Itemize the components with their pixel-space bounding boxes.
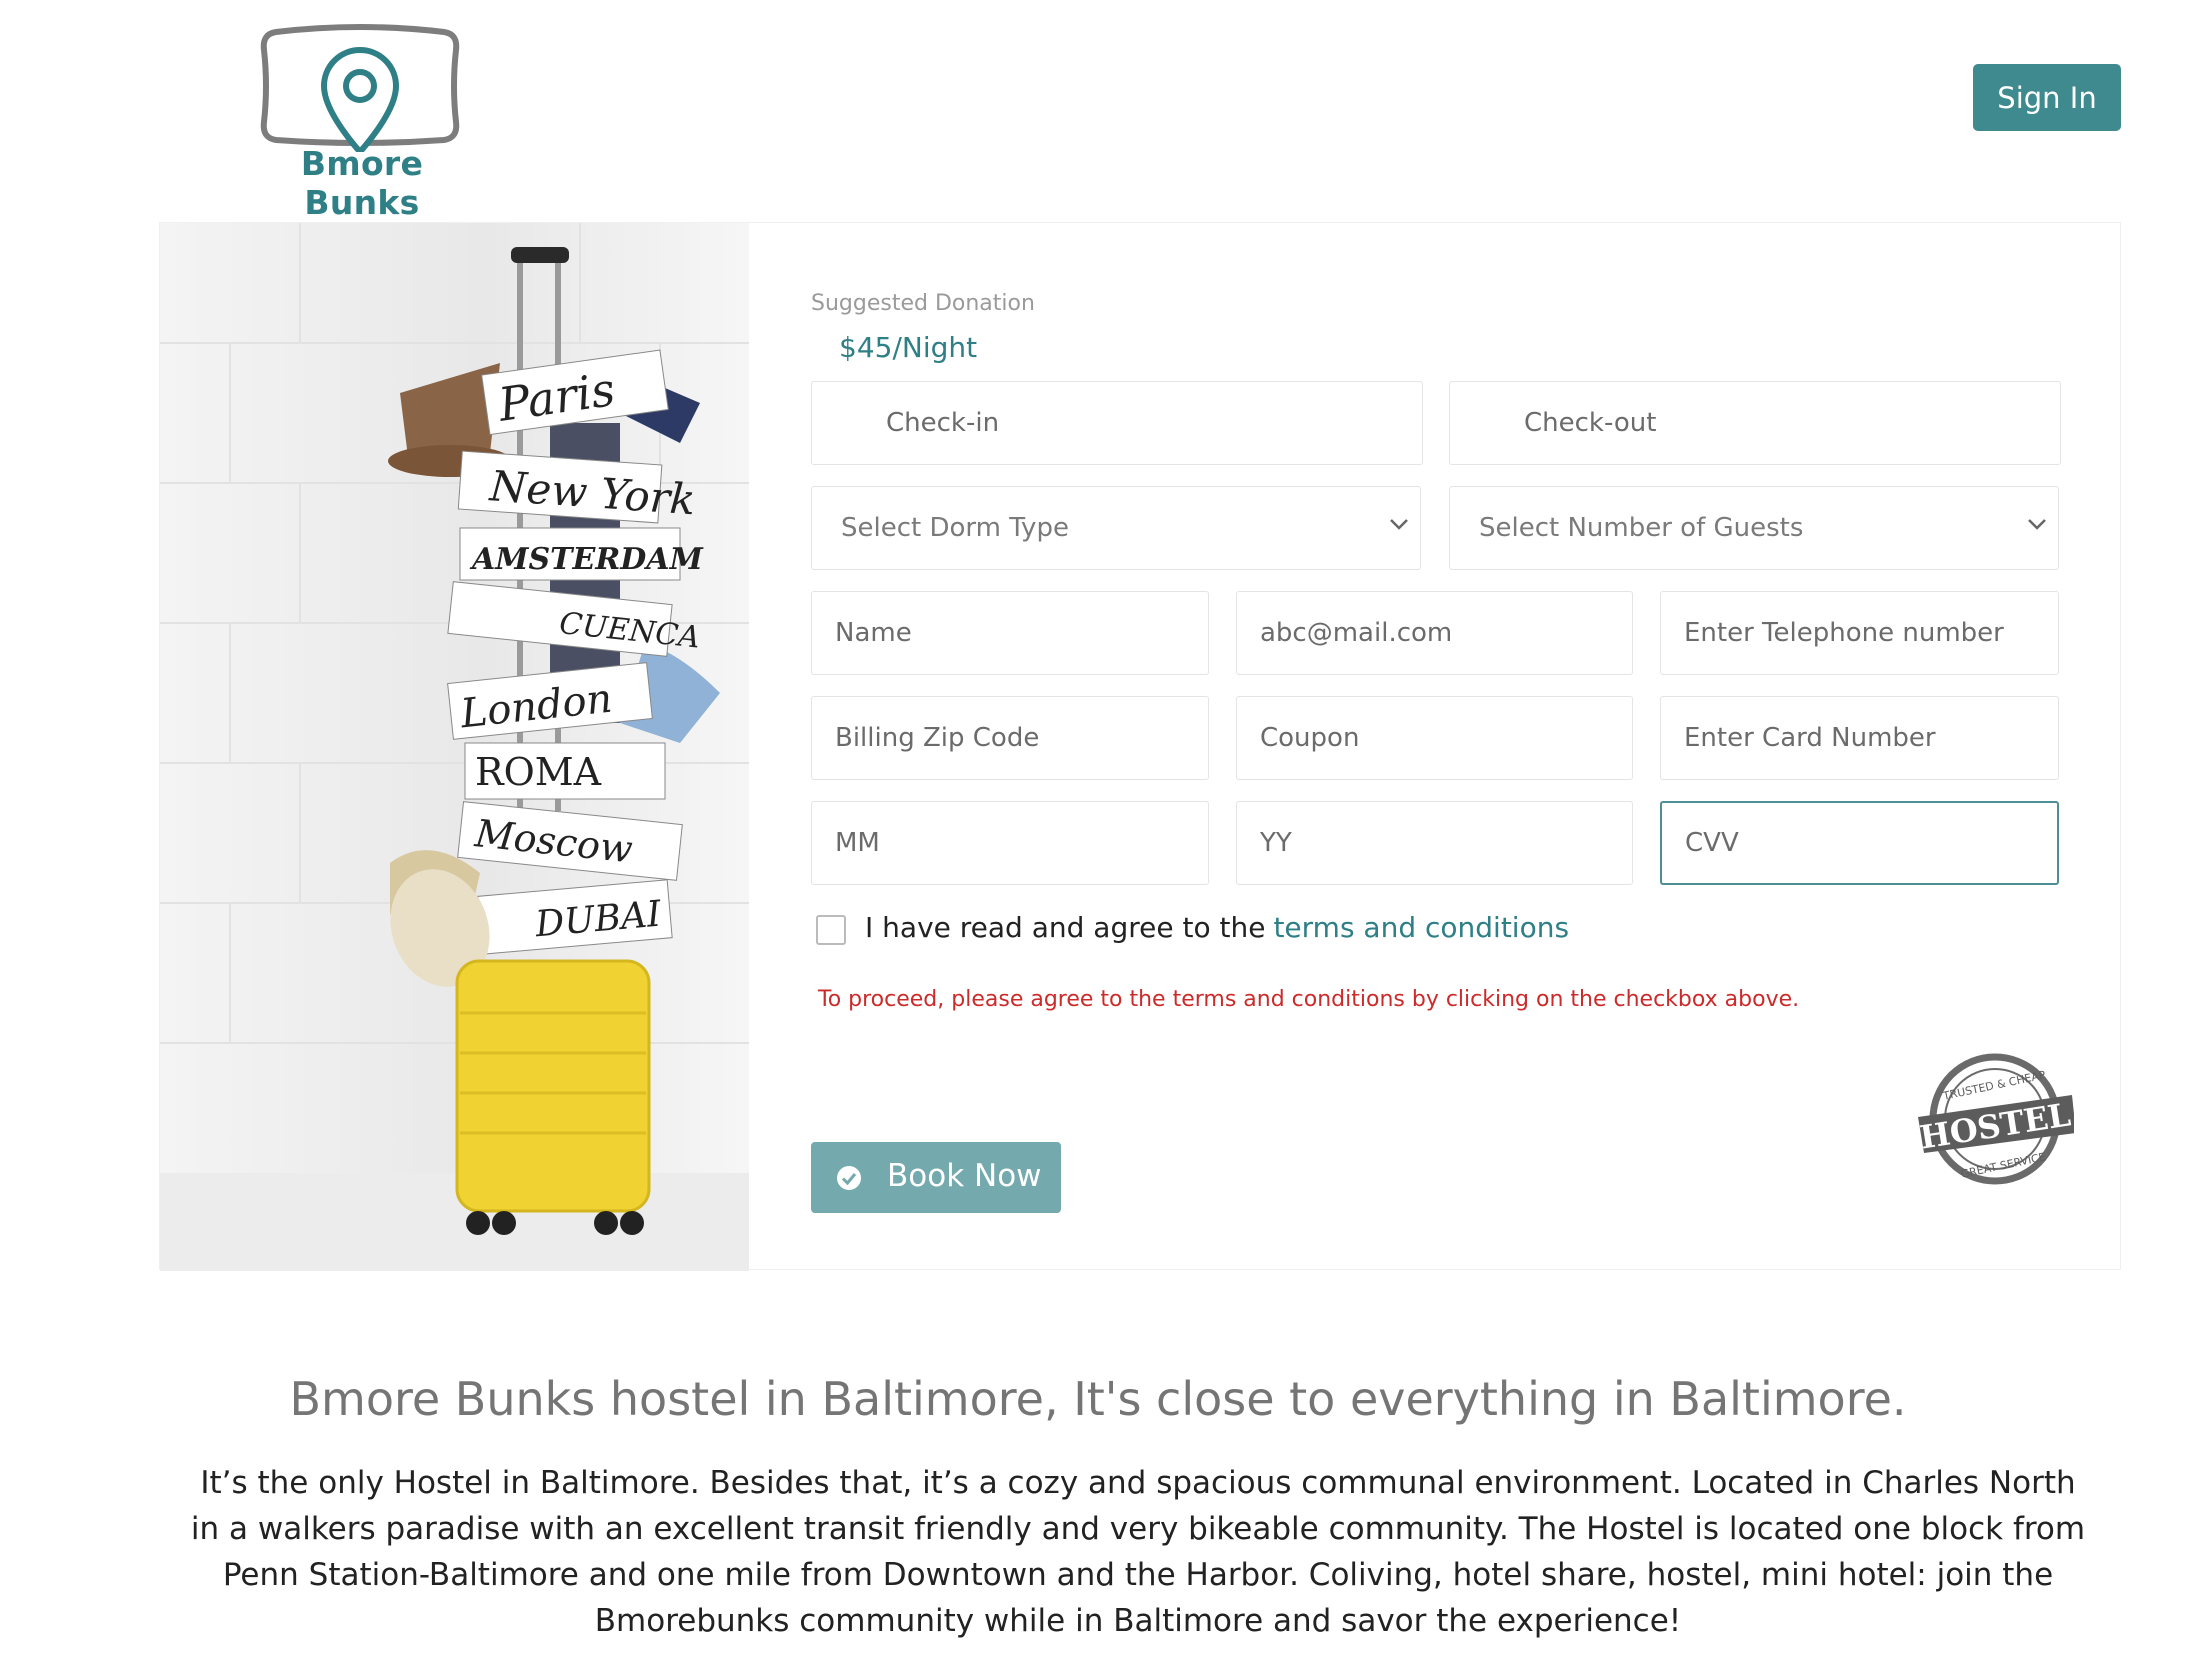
check-circle-icon	[837, 1166, 861, 1190]
terms-agreement-text: I have read and agree to the	[865, 911, 1266, 944]
booking-form: Suggested Donation $45/Night Check-in Ch…	[811, 223, 2111, 1271]
billing-zip-placeholder: Billing Zip Code	[835, 723, 1040, 753]
email-field[interactable]: abc@mail.com	[1236, 591, 1633, 675]
sign-in-button[interactable]: Sign In	[1973, 64, 2121, 131]
guests-select[interactable]: Select Number of Guests	[1449, 486, 2059, 570]
name-field[interactable]: Name	[811, 591, 1209, 675]
cvv-placeholder: CVV	[1685, 828, 1739, 858]
dorm-type-value: Select Dorm Type	[841, 513, 1069, 543]
name-placeholder: Name	[835, 618, 912, 648]
brand-logo[interactable]: Bmore Bunks	[246, 22, 474, 222]
book-now-button[interactable]: Book Now	[811, 1142, 1061, 1213]
telephone-placeholder: Enter Telephone number	[1684, 618, 2004, 648]
chevron-down-icon	[2028, 519, 2046, 530]
expiry-month-placeholder: MM	[835, 828, 880, 858]
guests-value: Select Number of Guests	[1479, 513, 1804, 543]
billing-zip-field[interactable]: Billing Zip Code	[811, 696, 1209, 780]
expiry-month-field[interactable]: MM	[811, 801, 1209, 885]
hostel-stamp: HOSTEL TRUSTED & CHEAP GREAT SERVICE	[1916, 1049, 2076, 1189]
book-now-label: Book Now	[887, 1158, 1042, 1194]
cvv-field[interactable]: CVV	[1660, 801, 2059, 885]
pillow-pin-icon	[260, 24, 460, 152]
sign-amsterdam: AMSTERDAM	[469, 542, 704, 577]
terms-link[interactable]: terms and conditions	[1273, 911, 1569, 944]
sign-roma: ROMA	[475, 750, 602, 794]
booking-card: Paris New York AMSTERDAM CUENCA London R…	[159, 222, 2121, 1271]
checkin-field[interactable]: Check-in	[811, 381, 1423, 465]
expiry-year-field[interactable]: YY	[1236, 801, 1633, 885]
donation-price: $45/Night	[839, 331, 978, 364]
coupon-placeholder: Coupon	[1260, 723, 1360, 753]
checkin-placeholder: Check-in	[886, 408, 1000, 438]
checkout-placeholder: Check-out	[1524, 408, 1657, 438]
checkout-field[interactable]: Check-out	[1449, 381, 2061, 465]
expiry-year-placeholder: YY	[1260, 828, 1292, 858]
telephone-field[interactable]: Enter Telephone number	[1660, 591, 2059, 675]
card-number-placeholder: Enter Card Number	[1684, 723, 1936, 753]
terms-agreement: I have read and agree to the terms and co…	[865, 911, 1569, 944]
terms-error-message: To proceed, please agree to the terms an…	[818, 987, 1800, 1012]
terms-checkbox[interactable]	[816, 915, 846, 945]
luggage-photo: Paris New York AMSTERDAM CUENCA London R…	[160, 223, 749, 1271]
about-description: It’s the only Hostel in Baltimore. Besid…	[190, 1465, 2086, 1639]
chevron-down-icon	[1390, 519, 1408, 530]
about-headline: Bmore Bunks hostel in Baltimore, It's cl…	[289, 1372, 1907, 1426]
card-number-field[interactable]: Enter Card Number	[1660, 696, 2059, 780]
email-placeholder: abc@mail.com	[1260, 618, 1453, 648]
donation-label: Suggested Donation	[811, 291, 1035, 316]
hostel-stamp-icon: HOSTEL TRUSTED & CHEAP GREAT SERVICE	[1917, 1053, 2076, 1185]
stamp-bottom-text: GREAT SERVICE	[1960, 1150, 2047, 1181]
logo-text: Bmore Bunks	[300, 144, 424, 222]
dorm-type-select[interactable]: Select Dorm Type	[811, 486, 1421, 570]
coupon-field[interactable]: Coupon	[1236, 696, 1633, 780]
